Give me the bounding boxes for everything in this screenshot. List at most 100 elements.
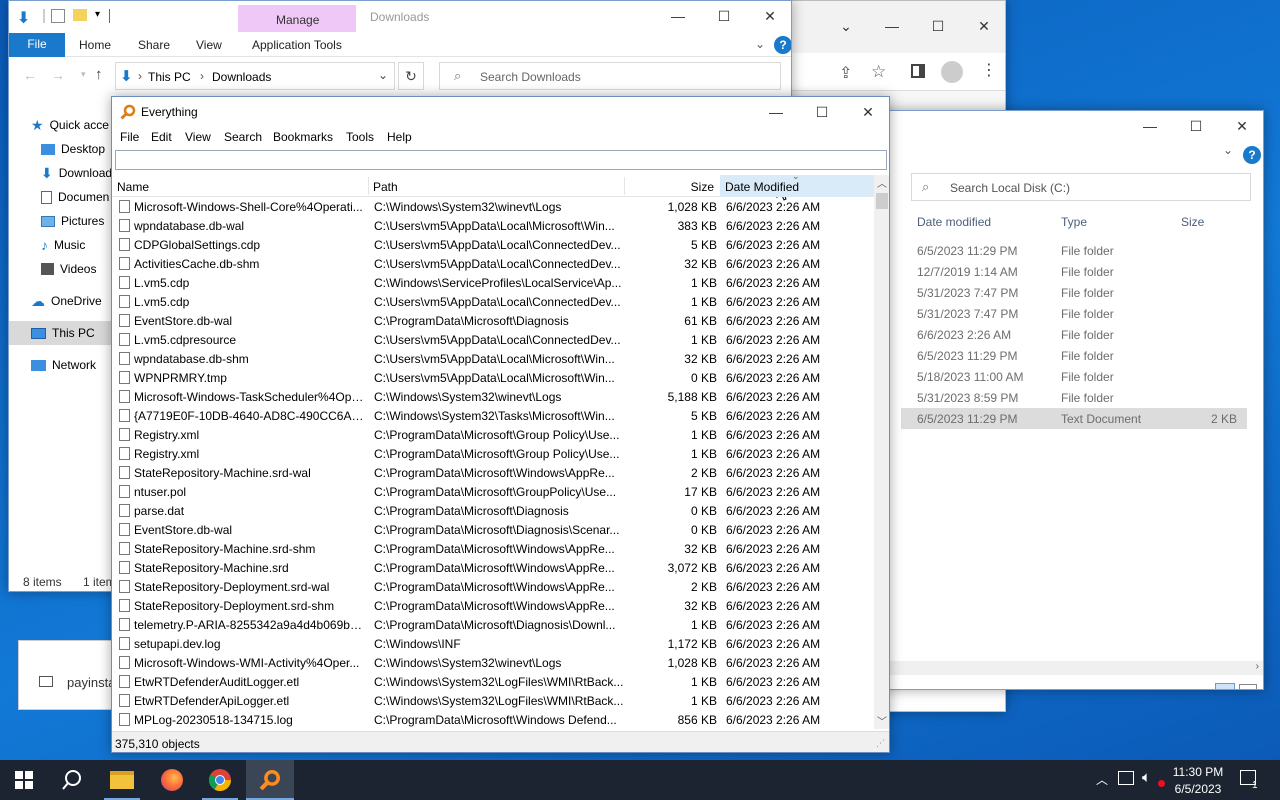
nav-videos[interactable]: Videos (41, 258, 96, 280)
background-window[interactable]: payinsta (18, 640, 118, 710)
search-box[interactable]: ⌕ Search Downloads (439, 62, 781, 90)
table-row[interactable]: L.vm5.cdp C:\Windows\ServiceProfiles\Loca… (112, 273, 874, 292)
menu-bookmarks[interactable]: Bookmarks (273, 130, 333, 144)
minimize-button[interactable]: — (1127, 111, 1173, 141)
menu-file[interactable]: File (120, 130, 139, 144)
taskbar-chrome[interactable] (196, 760, 244, 800)
maximize-button[interactable]: ☐ (799, 97, 845, 127)
star-icon[interactable]: ☆ (871, 62, 886, 82)
minimize-button[interactable]: — (869, 11, 915, 41)
col-name[interactable]: Name (117, 180, 149, 194)
maximize-button[interactable]: ☐ (1173, 111, 1219, 141)
nav-onedrive[interactable]: ☁ OneDrive (31, 290, 102, 312)
menu-dots-icon[interactable]: ⋮ (981, 60, 997, 80)
tab-share[interactable]: Share (138, 38, 170, 58)
recent-dropdown-icon[interactable]: ▾ (81, 69, 86, 80)
maximize-button[interactable]: ☐ (915, 11, 961, 41)
new-folder-icon[interactable] (73, 9, 87, 21)
nav-desktop[interactable]: Desktop (41, 138, 105, 160)
scroll-thumb[interactable] (876, 193, 888, 209)
taskbar-everything[interactable] (246, 760, 294, 800)
search-input[interactable] (115, 150, 887, 170)
scroll-right-icon[interactable]: › (1256, 661, 1259, 672)
list-item[interactable]: 5/31/2023 8:59 PM File folder (901, 387, 1247, 408)
breadcrumb-this-pc[interactable]: This PC (148, 70, 191, 84)
table-row[interactable]: WPNPRMRY.tmp C:\Users\vm5\AppData\Local\M… (112, 368, 874, 387)
col-size[interactable]: Size (1181, 215, 1204, 229)
start-button[interactable] (0, 760, 48, 800)
resize-grip-icon[interactable]: ⋰ (876, 738, 885, 749)
help-icon[interactable]: ? (774, 36, 791, 54)
taskbar-firefox[interactable] (148, 760, 196, 800)
list-item[interactable]: 5/31/2023 7:47 PM File folder (901, 282, 1247, 303)
close-button[interactable]: ✕ (845, 97, 889, 127)
breadcrumb-downloads[interactable]: Downloads (212, 70, 271, 84)
thumbnail-view-icon[interactable] (1239, 684, 1257, 689)
list-item[interactable]: 6/5/2023 11:29 PM Text Document 2 KB (901, 408, 1247, 429)
nav-quick-access[interactable]: ★ Quick acce (31, 114, 109, 136)
list-item[interactable]: 5/18/2023 11:00 AM File folder (901, 366, 1247, 387)
search-input[interactable]: Search Local Disk (C:) (950, 181, 1070, 195)
menu-search[interactable]: Search (224, 130, 262, 144)
table-row[interactable]: EventStore.db-wal C:\ProgramData\Microsof… (112, 311, 874, 330)
nav-network[interactable]: Network (31, 354, 96, 376)
clock-time[interactable]: 11:30 PM (1168, 765, 1228, 779)
tab-application-tools[interactable]: Application Tools (252, 38, 342, 58)
table-row[interactable]: parse.dat C:\ProgramData\Microsoft\Diagno… (112, 501, 874, 520)
table-row[interactable]: L.vm5.cdp C:\Users\vm5\AppData\Local\Conn… (112, 292, 874, 311)
horizontal-scrollbar[interactable]: › (871, 661, 1263, 675)
table-row[interactable]: wpndatabase.db-wal C:\Users\vm5\AppData\L… (112, 216, 874, 235)
address-dropdown-icon[interactable]: ⌄ (378, 68, 388, 82)
table-row[interactable]: StateRepository-Machine.srd-shm C:\Progra… (112, 539, 874, 558)
close-button[interactable]: ✕ (1219, 111, 1263, 141)
table-row[interactable]: MPLog-20230518-134715.log C:\ProgramData\… (112, 710, 874, 729)
close-button[interactable]: ✕ (747, 1, 791, 31)
table-row[interactable]: {A7719E0F-10DB-4640-AD8C-490CC6AD52... C:… (112, 406, 874, 425)
ribbon-expand-icon[interactable]: ⌄ (755, 37, 765, 51)
menu-view[interactable]: View (185, 130, 211, 144)
everything-window[interactable]: Everything — ☐ ✕ File Edit View Search B… (111, 96, 890, 753)
up-icon[interactable]: ↑ (95, 66, 103, 83)
nav-music[interactable]: ♪ Music (41, 234, 85, 256)
list-item[interactable]: 5/31/2023 7:47 PM File folder (901, 303, 1247, 324)
address-bar[interactable]: ⬇ › This PC › Downloads ⌄ (115, 62, 395, 90)
table-row[interactable]: ActivitiesCache.db-shm C:\Users\vm5\AppDa… (112, 254, 874, 273)
clock-date[interactable]: 6/5/2023 (1168, 782, 1228, 796)
explorer-local-disk-window[interactable]: — ☐ ✕ ⌄ ? ⌕ Search Local Disk (C:) Date … (870, 110, 1264, 690)
table-row[interactable]: StateRepository-Machine.srd C:\ProgramDat… (112, 558, 874, 577)
sidepanel-icon[interactable] (911, 64, 925, 78)
taskbar-file-explorer[interactable] (98, 760, 146, 800)
table-row[interactable]: Registry.xml C:\ProgramData\Microsoft\Gro… (112, 444, 874, 463)
table-row[interactable]: wpndatabase.db-shm C:\Users\vm5\AppData\L… (112, 349, 874, 368)
table-row[interactable]: EtwRTDefenderApiLogger.etl C:\Windows\Sys… (112, 691, 874, 710)
maximize-button[interactable]: ☐ (701, 1, 747, 31)
ribbon-expand-icon[interactable]: ⌄ (1223, 143, 1233, 157)
vertical-scrollbar[interactable]: ︿ ﹀ (874, 175, 889, 729)
table-row[interactable]: StateRepository-Deployment.srd-shm C:\Pro… (112, 596, 874, 615)
tab-home[interactable]: Home (79, 38, 111, 58)
help-icon[interactable]: ? (1243, 146, 1261, 164)
table-row[interactable]: Microsoft-Windows-TaskScheduler%4Ope... C… (112, 387, 874, 406)
tab-file[interactable]: File (9, 33, 65, 57)
minimize-button[interactable]: — (655, 1, 701, 31)
tab-view[interactable]: View (196, 38, 222, 58)
details-view-icon[interactable] (1215, 683, 1235, 689)
col-date-modified[interactable]: Date modified (917, 215, 991, 229)
col-path[interactable]: Path (373, 180, 398, 194)
table-row[interactable]: setupapi.dev.log C:\Windows\INF 1,172 KB 6/… (112, 634, 874, 653)
table-row[interactable]: telemetry.P-ARIA-8255342a9a4d4b069b7a...… (112, 615, 874, 634)
nav-documents[interactable]: Documen (41, 186, 109, 208)
col-type[interactable]: Type (1061, 215, 1087, 229)
table-row[interactable]: ntuser.pol C:\ProgramData\Microsoft\Group… (112, 482, 874, 501)
list-item[interactable]: 12/7/2019 1:14 AM File folder (901, 261, 1247, 282)
search-button[interactable] (48, 760, 96, 800)
close-button[interactable]: ✕ (961, 11, 1005, 41)
refresh-icon[interactable]: ↻ (398, 62, 424, 90)
search-box[interactable]: ⌕ Search Local Disk (C:) (911, 173, 1251, 201)
back-icon[interactable]: ← (23, 67, 37, 83)
share-icon[interactable]: ⇪ (839, 63, 852, 83)
table-row[interactable]: Microsoft-Windows-Shell-Core%4Operati...… (112, 197, 874, 216)
nav-downloads[interactable]: ⬇ Download (41, 162, 112, 184)
nav-pictures[interactable]: Pictures (41, 210, 104, 232)
menu-help[interactable]: Help (387, 130, 412, 144)
